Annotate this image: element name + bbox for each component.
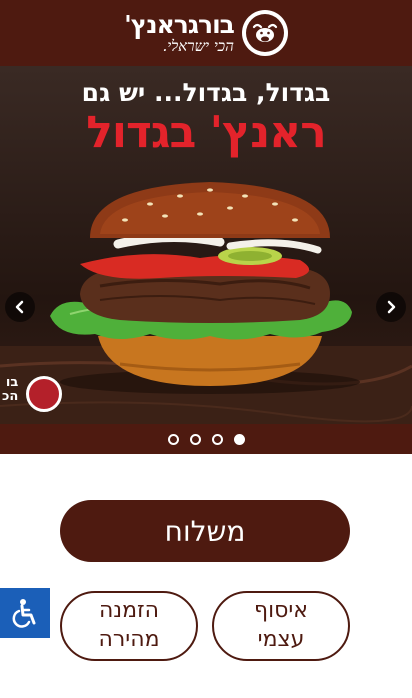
carousel-prev-button[interactable] xyxy=(5,292,35,322)
pickup-button[interactable]: איסוף עצמי xyxy=(212,591,350,661)
wheelchair-icon xyxy=(12,599,36,628)
burger-image xyxy=(50,182,360,394)
carousel-pagination xyxy=(0,424,412,454)
delivery-button[interactable]: משלוח xyxy=(60,500,350,562)
headline-title: ראנץ' בגדול xyxy=(86,107,326,158)
top-header: בורגראנץ' הכי ישראלי. xyxy=(0,0,412,66)
carousel-next-button[interactable] xyxy=(376,292,406,322)
bull-emblem-icon xyxy=(241,10,288,56)
logo-name: בורגראנץ' xyxy=(124,10,235,39)
corner-brand-text: בו הכ xyxy=(2,375,19,405)
pickup-label-line1: איסוף xyxy=(254,598,308,624)
carousel-dot-4[interactable] xyxy=(233,433,245,445)
quick-order-label-line1: הזמנה xyxy=(98,598,160,624)
chevron-right-icon xyxy=(387,300,396,314)
logo-tagline: הכי ישראלי. xyxy=(162,37,234,55)
accessibility-button[interactable] xyxy=(0,588,50,638)
chevron-left-icon xyxy=(15,300,24,314)
pickup-label-line2: עצמי xyxy=(257,627,305,652)
quick-order-button[interactable]: הזמנה מהירה xyxy=(60,591,198,661)
headline-subtitle: בגדול, בגדול... יש גם xyxy=(81,78,331,107)
carousel-dot-1[interactable] xyxy=(167,433,179,445)
brand-logo[interactable]: בורגראנץ' הכי ישראלי. xyxy=(124,10,288,56)
corner-bull-icon xyxy=(26,376,62,412)
quick-order-label-line2: מהירה xyxy=(98,627,160,652)
banner-headline: בגדול, בגדול... יש גם ראנץ' בגדול xyxy=(0,80,412,155)
carousel-dot-2[interactable] xyxy=(189,433,201,445)
carousel-dot-3[interactable] xyxy=(211,433,223,445)
promo-carousel[interactable]: בגדול, בגדול... יש גם ראנץ' בגדול בו הכ xyxy=(0,66,412,454)
